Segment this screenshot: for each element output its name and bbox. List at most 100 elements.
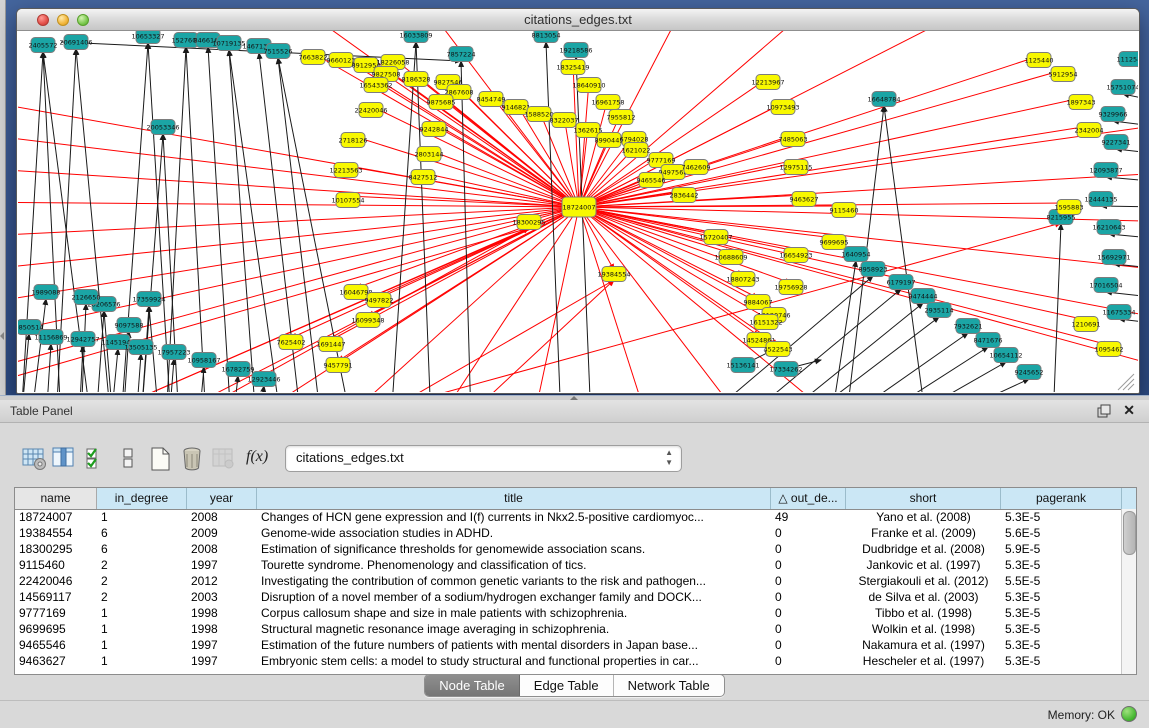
function-builder-button[interactable]: f(x)	[246, 448, 272, 474]
graph-node[interactable]: 17016504	[1089, 278, 1122, 293]
graph-node[interactable]: 9329966	[1099, 107, 1128, 122]
column-header-3[interactable]: title	[257, 488, 771, 509]
graph-node[interactable]: 1897343	[1067, 95, 1096, 110]
graph-node[interactable]: 12093877	[1089, 163, 1122, 178]
graph-node[interactable]: 17957223	[157, 345, 190, 360]
table-row[interactable]: 1938455462009Genome-wide association stu…	[15, 525, 1122, 541]
scrollbar-thumb[interactable]	[1123, 511, 1136, 555]
column-header-6[interactable]: pagerank	[1001, 488, 1122, 509]
graph-node[interactable]: 16543362	[359, 78, 392, 93]
graph-node[interactable]: 7485063	[779, 132, 808, 147]
column-header-0[interactable]: name	[15, 488, 97, 509]
column-header-2[interactable]: year	[187, 488, 257, 509]
graph-node[interactable]: 1125440	[1025, 53, 1054, 68]
window-titlebar[interactable]: citations_edges.txt	[17, 9, 1139, 31]
graph-node[interactable]: 16210643	[1092, 220, 1125, 235]
column-header-4[interactable]: △ out_de...	[771, 488, 846, 509]
graph-node[interactable]: 20053346	[146, 120, 179, 135]
graph-node[interactable]: 22420046	[354, 103, 387, 118]
graph-node[interactable]: 16151322	[749, 315, 782, 330]
graph-node[interactable]: 18640910	[572, 78, 605, 93]
row-mode-button[interactable]	[116, 446, 142, 472]
graph-node[interactable]: 12975115	[779, 160, 812, 175]
panel-collapse-arrow-icon[interactable]	[0, 332, 4, 340]
column-header-1[interactable]: in_degree	[97, 488, 187, 509]
graph-node[interactable]: 9463627	[790, 192, 819, 207]
graph-node[interactable]: 16033809	[399, 31, 432, 43]
graph-node[interactable]: 15720407	[699, 230, 732, 245]
graph-node[interactable]: 10688609	[714, 250, 747, 265]
graph-node[interactable]: 2935114	[925, 303, 954, 318]
graph-node[interactable]: 8471676	[974, 333, 1003, 348]
graph-node[interactable]: 9465546	[637, 173, 666, 188]
graph-node[interactable]: 13505135	[124, 340, 157, 355]
graph-node[interactable]: 9474444	[909, 289, 938, 304]
graph-node[interactable]: 11675334	[1102, 305, 1135, 320]
graph-node[interactable]: 9227341	[1102, 135, 1131, 150]
graph-node[interactable]: 9115460	[830, 203, 859, 218]
table-settings-button[interactable]	[22, 446, 48, 472]
graph-node[interactable]: 16648784	[867, 92, 900, 107]
graph-node[interactable]: 2405572	[29, 38, 58, 53]
tab-node-table[interactable]: Node Table	[425, 675, 520, 696]
float-panel-button[interactable]	[1097, 404, 1111, 418]
graph-node[interactable]: 8427512	[409, 170, 438, 185]
graph-node[interactable]: 15136141	[726, 358, 759, 373]
graph-node[interactable]: 19384554	[597, 267, 630, 282]
network-view-window[interactable]: citations_edges.txt 24055722069140610653…	[16, 8, 1140, 394]
graph-node[interactable]: 8813054	[532, 31, 561, 43]
graph-node[interactable]: 1210691	[1072, 317, 1101, 332]
graph-node[interactable]: 18724007	[562, 197, 596, 217]
graph-node[interactable]: 8186328	[402, 72, 431, 87]
network-canvas[interactable]: 2405572206914061065332715276028466160107…	[18, 31, 1138, 392]
graph-node[interactable]: 6179197	[887, 275, 916, 290]
graph-node[interactable]: 9497822	[365, 293, 394, 308]
table-row[interactable]: 946554611997Estimation of the future num…	[15, 637, 1122, 653]
graph-node[interactable]: 2836442	[670, 188, 699, 203]
graph-node[interactable]: 4522543	[764, 342, 793, 357]
graph-node[interactable]: 1989088	[32, 285, 61, 300]
graph-node[interactable]: 18300295	[512, 215, 545, 230]
graph-node[interactable]: 7515526	[264, 44, 293, 59]
graph-node[interactable]: 10107554	[331, 193, 364, 208]
graph-node[interactable]: 1112544	[1117, 52, 1138, 67]
graph-node[interactable]: 2803144	[415, 147, 444, 162]
tab-edge-table[interactable]: Edge Table	[520, 675, 614, 696]
memory-status-indicator[interactable]	[1121, 706, 1137, 722]
graph-node[interactable]: 16961758	[591, 95, 624, 110]
graph-node[interactable]: 12444135	[1084, 192, 1117, 207]
graph-node[interactable]: 9245652	[1015, 365, 1044, 380]
table-row[interactable]: 911546021997Tourette syndrome. Phenomeno…	[15, 557, 1122, 573]
graph-node[interactable]: 10654112	[989, 348, 1022, 363]
graph-node[interactable]: 15751074	[1106, 80, 1138, 95]
table-row[interactable]: 1830029562008Estimation of significance …	[15, 541, 1122, 557]
graph-node[interactable]: 17359924	[132, 292, 165, 307]
table-row[interactable]: 969969511998Structural magnetic resonanc…	[15, 621, 1122, 637]
delete-table-button[interactable]	[180, 446, 206, 472]
graph-node[interactable]: 9457791	[324, 358, 353, 373]
graph-node[interactable]: 18807243	[726, 272, 759, 287]
graph-node[interactable]: 7663822	[299, 50, 328, 65]
graph-node[interactable]: 19218586	[559, 43, 592, 58]
graph-node[interactable]: 10653327	[131, 31, 164, 44]
graph-node[interactable]: 16099348	[351, 313, 384, 328]
graph-node[interactable]: 12213563	[329, 163, 362, 178]
graph-node[interactable]: 16782759	[221, 362, 254, 377]
graph-node[interactable]: 12942757	[66, 332, 99, 347]
graph-node[interactable]: 2718126	[339, 133, 368, 148]
table-row[interactable]: 2242004622012Investigating the contribut…	[15, 573, 1122, 589]
graph-node[interactable]: 8322037	[550, 113, 579, 128]
import-table-button[interactable]	[211, 446, 237, 472]
graph-node[interactable]: 17334262	[769, 362, 802, 377]
table-select-dropdown[interactable]: citations_edges.txt ▲▼	[285, 445, 682, 472]
graph-node[interactable]: 11156869	[34, 330, 67, 345]
graph-node[interactable]: 10973493	[766, 100, 799, 115]
graph-node[interactable]: 9699695	[820, 235, 849, 250]
graph-node[interactable]: 9242844	[420, 122, 449, 137]
graph-node[interactable]: 15692971	[1097, 250, 1130, 265]
table-row[interactable]: 1456911722003Disruption of a novel membe…	[15, 589, 1122, 605]
tab-network-table[interactable]: Network Table	[614, 675, 724, 696]
graph-node[interactable]: 10958167	[187, 353, 220, 368]
graph-node[interactable]: 19756928	[774, 280, 807, 295]
window-resize-grip[interactable]	[1128, 384, 1134, 390]
